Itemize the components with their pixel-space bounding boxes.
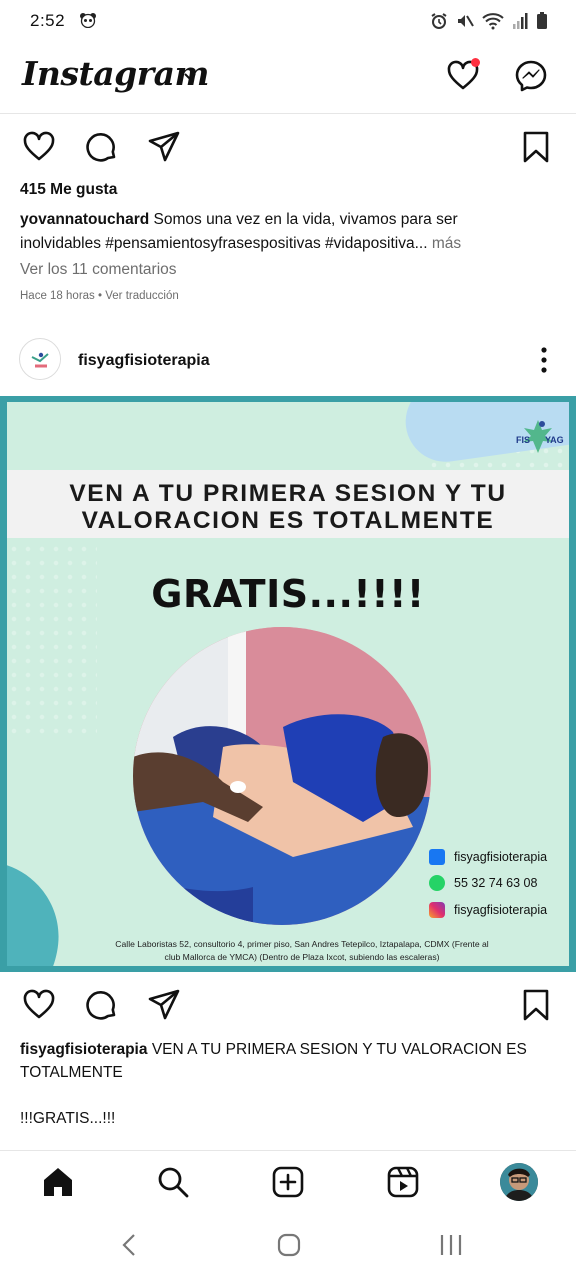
- promo-graphic: FIS YAG VEN A TU PRIMERA SESION Y TU VAL…: [7, 402, 569, 966]
- recents-icon[interactable]: [438, 1232, 464, 1258]
- facebook-icon: [429, 849, 445, 865]
- banner-line1: VEN A TU PRIMERA SESION Y TU: [69, 480, 507, 507]
- meta-separator: •: [98, 290, 103, 302]
- banner-line2: VALORACION ES TOTALMENTE: [81, 507, 495, 534]
- profile-avatar[interactable]: [500, 1163, 538, 1201]
- share-icon[interactable]: [147, 130, 181, 164]
- contact-instagram: fisyagfisioterapia: [429, 900, 547, 920]
- post-avatar[interactable]: [19, 338, 61, 380]
- save-icon[interactable]: [521, 988, 551, 1022]
- chevron-down-icon[interactable]: [183, 72, 197, 82]
- share-icon[interactable]: [147, 988, 181, 1022]
- reels-icon[interactable]: [386, 1165, 420, 1199]
- wifi-icon: [482, 13, 504, 30]
- whatsapp-icon: [429, 875, 445, 891]
- contact-whatsapp: 55 32 74 63 08: [429, 873, 537, 893]
- post-caption: fisyagfisioterapia VEN A TU PRIMERA SESI…: [20, 1038, 540, 1130]
- comment-icon[interactable]: [85, 130, 119, 164]
- save-icon[interactable]: [521, 130, 551, 164]
- address-text: Calle Laboristas 52, consultorio 4, prim…: [67, 938, 537, 963]
- alarm-icon: [431, 13, 447, 29]
- system-nav: [0, 1214, 576, 1280]
- contact-facebook: fisyagfisioterapia: [429, 847, 547, 867]
- instagram-icon: [429, 902, 445, 918]
- post-username[interactable]: fisyagfisioterapia: [78, 352, 210, 370]
- search-icon[interactable]: [156, 1165, 190, 1199]
- caption-line2: TOTALMENTE: [20, 1064, 123, 1081]
- signal-icon: [513, 13, 528, 29]
- caption-line3: !!!GRATIS...!!!: [20, 1110, 116, 1127]
- previous-caption: yovannatouchard Somos una vez en la vida…: [20, 208, 560, 256]
- caption-username[interactable]: fisyagfisioterapia: [20, 1041, 148, 1058]
- messenger-icon[interactable]: [513, 58, 549, 94]
- bottom-nav: [0, 1150, 576, 1214]
- back-icon[interactable]: [118, 1232, 140, 1258]
- brand-fis-text: FIS: [516, 435, 531, 445]
- status-bar: 2:52: [0, 0, 576, 42]
- view-comments-link[interactable]: Ver los 11 comentarios: [20, 261, 177, 279]
- previous-caption-line1: Somos una vez en la vida, vivamos para s…: [153, 211, 458, 228]
- fisyag-logo-icon: [21, 340, 60, 379]
- home-icon[interactable]: [41, 1165, 75, 1199]
- translate-link[interactable]: Ver traducción: [105, 290, 179, 302]
- likes-count[interactable]: 415 Me gusta: [20, 181, 117, 199]
- previous-caption-username[interactable]: yovannatouchard: [20, 211, 149, 228]
- contact-whatsapp-text: 55 32 74 63 08: [454, 876, 538, 890]
- more-options-icon[interactable]: [536, 346, 552, 374]
- previous-caption-line2: inolvidables #pensamientosyfrasespositiv…: [20, 235, 428, 252]
- post-meta: Hace 18 horas • Ver traducción: [20, 290, 179, 302]
- promo-banner: VEN A TU PRIMERA SESION Y TU VALORACION …: [7, 470, 569, 538]
- notification-dot: [471, 58, 480, 67]
- contact-facebook-text: fisyagfisioterapia: [454, 850, 548, 864]
- address-line2: club Mallorca de YMCA) (Dentro de Plaza …: [164, 951, 440, 962]
- post-actions: [0, 988, 576, 1042]
- contact-instagram-text: fisyagfisioterapia: [454, 903, 548, 917]
- add-post-icon[interactable]: [271, 1165, 305, 1199]
- comment-icon[interactable]: [85, 988, 119, 1022]
- battery-icon: [537, 12, 547, 29]
- status-time: 2:52: [30, 11, 66, 30]
- like-icon[interactable]: [22, 130, 56, 164]
- app-header: Instagram: [0, 42, 576, 114]
- panda-icon: [80, 13, 96, 28]
- previous-post-actions: [0, 130, 576, 184]
- gratis-headline: GRATIS...!!!!: [151, 572, 425, 616]
- post-time: Hace 18 horas: [20, 290, 95, 302]
- caption-line1: VEN A TU PRIMERA SESION Y TU VALORACION …: [151, 1041, 527, 1058]
- home-circle-icon[interactable]: [277, 1232, 301, 1258]
- brand-yag-text: YAG: [545, 435, 564, 445]
- instagram-logo[interactable]: Instagram: [22, 54, 209, 93]
- mute-icon: [458, 15, 474, 27]
- more-link[interactable]: más: [432, 235, 461, 252]
- address-line1: Calle Laboristas 52, consultorio 4, prim…: [115, 939, 489, 949]
- therapy-photo: [133, 627, 431, 925]
- like-icon[interactable]: [22, 988, 56, 1022]
- post-image[interactable]: FIS YAG VEN A TU PRIMERA SESION Y TU VAL…: [0, 396, 576, 972]
